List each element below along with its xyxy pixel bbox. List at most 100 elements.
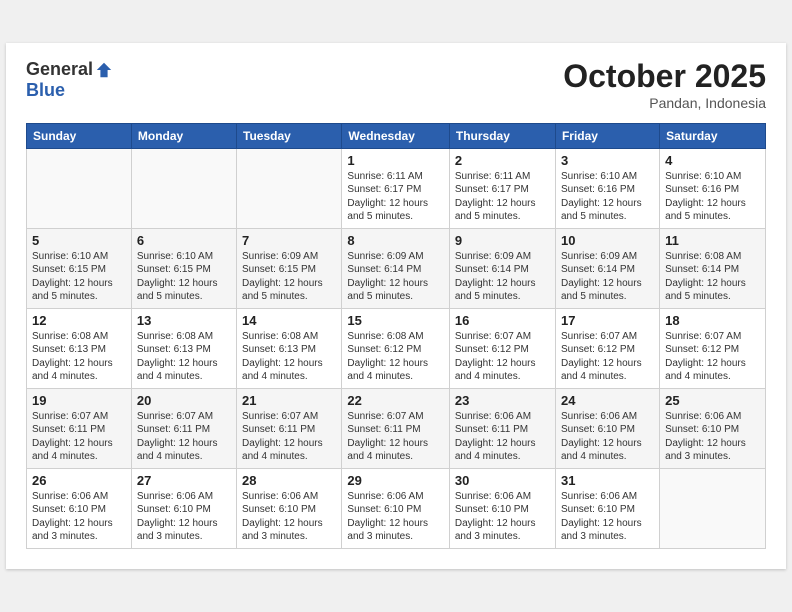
logo-icon [95,61,113,79]
calendar-cell: 22 Sunrise: 6:07 AM Sunset: 6:11 PM Dayli… [342,388,449,468]
day-info: Sunrise: 6:08 AM Sunset: 6:12 PM Dayligh… [347,330,443,384]
day-number: 10 [561,233,654,248]
calendar-cell [660,468,766,548]
day-number: 23 [455,393,550,408]
location-subtitle: Pandan, Indonesia [563,95,766,111]
calendar-cell: 13 Sunrise: 6:08 AM Sunset: 6:13 PM Dayli… [131,308,236,388]
day-info: Sunrise: 6:06 AM Sunset: 6:10 PM Dayligh… [665,410,760,464]
calendar-cell: 4 Sunrise: 6:10 AM Sunset: 6:16 PM Daylig… [660,148,766,228]
day-info: Sunrise: 6:07 AM Sunset: 6:11 PM Dayligh… [347,410,443,464]
calendar-cell: 20Sunrise: 6:07 AM Sunset: 6:11 PM Dayli… [131,388,236,468]
calendar-week-row: 26 Sunrise: 6:06 AM Sunset: 6:10 PM Dayli… [27,468,766,548]
weekday-header-sunday: Sunday [27,123,132,148]
day-info: Sunrise: 6:09 AM Sunset: 6:14 PM Dayligh… [561,250,654,304]
calendar-table: SundayMondayTuesdayWednesdayThursdayFrid… [26,123,766,549]
weekday-header-row: SundayMondayTuesdayWednesdayThursdayFrid… [27,123,766,148]
calendar-cell: 15 Sunrise: 6:08 AM Sunset: 6:12 PM Dayli… [342,308,449,388]
day-number: 15 [347,313,443,328]
weekday-header-wednesday: Wednesday [342,123,449,148]
day-number: 24 [561,393,654,408]
day-number: 11 [665,233,760,248]
title-section: October 2025 Pandan, Indonesia [563,59,766,110]
calendar-header: General Blue October 2025 Pandan, Indone… [26,59,766,110]
day-info: Sunrise: 6:08 AM Sunset: 6:13 PM Dayligh… [32,330,126,384]
day-number: 12 [32,313,126,328]
day-info: Sunrise: 6:09 AM Sunset: 6:14 PM Dayligh… [347,250,443,304]
calendar-cell: 18Sunrise: 6:07 AM Sunset: 6:12 PM Dayli… [660,308,766,388]
day-info: Sunrise: 6:10 AM Sunset: 6:16 PM Dayligh… [665,170,760,224]
day-number: 3 [561,153,654,168]
calendar-cell: 12 Sunrise: 6:08 AM Sunset: 6:13 PM Dayli… [27,308,132,388]
day-info: Sunrise: 6:07 AM Sunset: 6:11 PM Dayligh… [242,410,336,464]
weekday-header-friday: Friday [555,123,659,148]
calendar-cell: 10 Sunrise: 6:09 AM Sunset: 6:14 PM Dayli… [555,228,659,308]
weekday-header-monday: Monday [131,123,236,148]
calendar-cell: 2 Sunrise: 6:11 AM Sunset: 6:17 PM Daylig… [449,148,555,228]
calendar-cell: 8 Sunrise: 6:09 AM Sunset: 6:14 PM Daylig… [342,228,449,308]
calendar-cell: 27 Sunrise: 6:06 AM Sunset: 6:10 PM Dayli… [131,468,236,548]
day-number: 26 [32,473,126,488]
day-number: 28 [242,473,336,488]
calendar-cell: 14 Sunrise: 6:08 AM Sunset: 6:13 PM Dayli… [237,308,342,388]
day-number: 7 [242,233,336,248]
calendar-cell: 5 Sunrise: 6:10 AM Sunset: 6:15 PM Daylig… [27,228,132,308]
day-number: 8 [347,233,443,248]
calendar-cell: 26 Sunrise: 6:06 AM Sunset: 6:10 PM Dayli… [27,468,132,548]
month-title: October 2025 [563,59,766,94]
logo-blue-text: Blue [26,80,65,100]
calendar-cell: 6Sunrise: 6:10 AM Sunset: 6:15 PM Daylig… [131,228,236,308]
day-info: Sunrise: 6:06 AM Sunset: 6:11 PM Dayligh… [455,410,550,464]
day-number: 31 [561,473,654,488]
calendar-week-row: 12 Sunrise: 6:08 AM Sunset: 6:13 PM Dayli… [27,308,766,388]
day-info: Sunrise: 6:11 AM Sunset: 6:17 PM Dayligh… [347,170,443,224]
day-number: 17 [561,313,654,328]
day-info: Sunrise: 6:08 AM Sunset: 6:13 PM Dayligh… [242,330,336,384]
day-number: 21 [242,393,336,408]
calendar-week-row: 5 Sunrise: 6:10 AM Sunset: 6:15 PM Daylig… [27,228,766,308]
day-info: Sunrise: 6:07 AM Sunset: 6:12 PM Dayligh… [665,330,760,384]
calendar-week-row: 19 Sunrise: 6:07 AM Sunset: 6:11 PM Dayli… [27,388,766,468]
day-info: Sunrise: 6:10 AM Sunset: 6:15 PM Dayligh… [32,250,126,304]
day-info: Sunrise: 6:07 AM Sunset: 6:12 PM Dayligh… [561,330,654,384]
day-number: 5 [32,233,126,248]
day-number: 4 [665,153,760,168]
day-number: 22 [347,393,443,408]
day-info: Sunrise: 6:09 AM Sunset: 6:14 PM Dayligh… [455,250,550,304]
weekday-header-tuesday: Tuesday [237,123,342,148]
day-number: 16 [455,313,550,328]
day-number: 13 [137,313,231,328]
day-info: Sunrise: 6:06 AM Sunset: 6:10 PM Dayligh… [561,410,654,464]
calendar-cell: 25 Sunrise: 6:06 AM Sunset: 6:10 PM Dayli… [660,388,766,468]
day-info: Sunrise: 6:06 AM Sunset: 6:10 PM Dayligh… [137,490,231,544]
calendar-cell: 31Sunrise: 6:06 AM Sunset: 6:10 PM Dayli… [555,468,659,548]
calendar-cell: 28Sunrise: 6:06 AM Sunset: 6:10 PM Dayli… [237,468,342,548]
calendar-cell: 9 Sunrise: 6:09 AM Sunset: 6:14 PM Daylig… [449,228,555,308]
calendar-cell: 16 Sunrise: 6:07 AM Sunset: 6:12 PM Dayli… [449,308,555,388]
calendar-cell: 30Sunrise: 6:06 AM Sunset: 6:10 PM Dayli… [449,468,555,548]
day-number: 27 [137,473,231,488]
calendar-cell: 19Sunrise: 6:07 AM Sunset: 6:11 PM Dayli… [27,388,132,468]
calendar-cell: 17 Sunrise: 6:07 AM Sunset: 6:12 PM Dayli… [555,308,659,388]
day-info: Sunrise: 6:08 AM Sunset: 6:14 PM Dayligh… [665,250,760,304]
day-number: 25 [665,393,760,408]
day-info: Sunrise: 6:07 AM Sunset: 6:11 PM Dayligh… [137,410,231,464]
calendar-container: General Blue October 2025 Pandan, Indone… [6,43,786,568]
day-number: 2 [455,153,550,168]
day-number: 14 [242,313,336,328]
day-info: Sunrise: 6:06 AM Sunset: 6:10 PM Dayligh… [32,490,126,544]
logo-general-text: General [26,59,93,80]
logo: General Blue [26,59,113,101]
weekday-header-saturday: Saturday [660,123,766,148]
day-info: Sunrise: 6:07 AM Sunset: 6:12 PM Dayligh… [455,330,550,384]
day-info: Sunrise: 6:08 AM Sunset: 6:13 PM Dayligh… [137,330,231,384]
calendar-cell [27,148,132,228]
day-number: 9 [455,233,550,248]
calendar-cell: 11 Sunrise: 6:08 AM Sunset: 6:14 PM Dayli… [660,228,766,308]
calendar-cell: 24 Sunrise: 6:06 AM Sunset: 6:10 PM Dayli… [555,388,659,468]
day-info: Sunrise: 6:11 AM Sunset: 6:17 PM Dayligh… [455,170,550,224]
calendar-cell: 23 Sunrise: 6:06 AM Sunset: 6:11 PM Dayli… [449,388,555,468]
day-info: Sunrise: 6:06 AM Sunset: 6:10 PM Dayligh… [347,490,443,544]
calendar-cell: 7Sunrise: 6:09 AM Sunset: 6:15 PM Daylig… [237,228,342,308]
calendar-week-row: 1Sunrise: 6:11 AM Sunset: 6:17 PM Daylig… [27,148,766,228]
day-number: 19 [32,393,126,408]
